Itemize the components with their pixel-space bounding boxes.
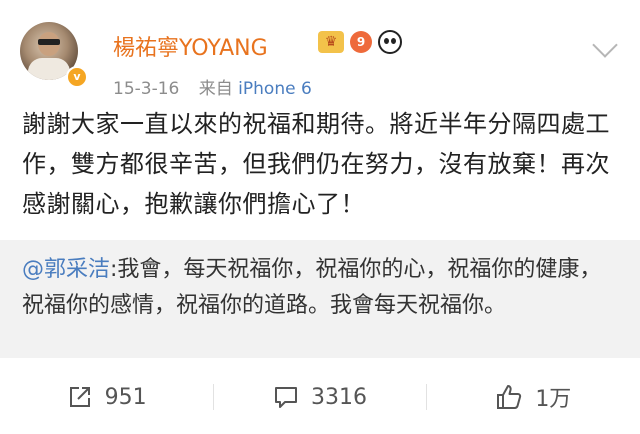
- action-divider: [426, 384, 427, 410]
- comment-button[interactable]: 3316: [213, 372, 426, 422]
- comment-count: 3316: [310, 384, 367, 410]
- like-button[interactable]: 1万: [427, 372, 640, 422]
- crown-badge-icon[interactable]: ♛: [318, 31, 344, 53]
- level-badge-icon[interactable]: 9: [350, 31, 372, 53]
- thumbs-up-icon: [497, 385, 522, 409]
- action-divider: [213, 384, 214, 410]
- user-badges: ♛ 9: [318, 29, 402, 55]
- like-count: 1万: [535, 387, 572, 412]
- quoted-comment-text: @郭采洁:我會，每天祝福你，祝福你的心，祝福你的健康，祝福你的感情，祝福你的道路…: [22, 252, 622, 324]
- chevron-down-icon[interactable]: [592, 32, 618, 58]
- mention-link[interactable]: @郭采洁: [22, 257, 110, 282]
- avatar-shirt: [28, 58, 70, 80]
- source-prefix: 来自: [198, 79, 233, 99]
- avatar-sunglasses: [38, 39, 60, 45]
- action-bar: 951 3316 1万: [0, 372, 640, 422]
- share-icon: [69, 387, 90, 407]
- verified-badge-icon: v: [66, 66, 88, 88]
- post-body: 謝謝大家一直以來的祝福和期待。將近半年分隔四處工作，雙方都很辛苦，但我們仍在努力…: [22, 110, 610, 218]
- repost-count: 951: [104, 384, 147, 410]
- post-header: v 楊祐寧YOYANG ♛ 9 15-3-16 来自 iPhone 6: [0, 0, 640, 100]
- author-name[interactable]: 楊祐寧YOYANG: [113, 30, 268, 62]
- post-source[interactable]: iPhone 6: [238, 79, 312, 99]
- post-meta: 15-3-16 来自 iPhone 6: [113, 74, 312, 99]
- panda-icon[interactable]: [378, 30, 402, 54]
- comment-icon: [274, 387, 297, 408]
- repost-button[interactable]: 951: [0, 372, 213, 422]
- post-date: 15-3-16: [113, 79, 180, 99]
